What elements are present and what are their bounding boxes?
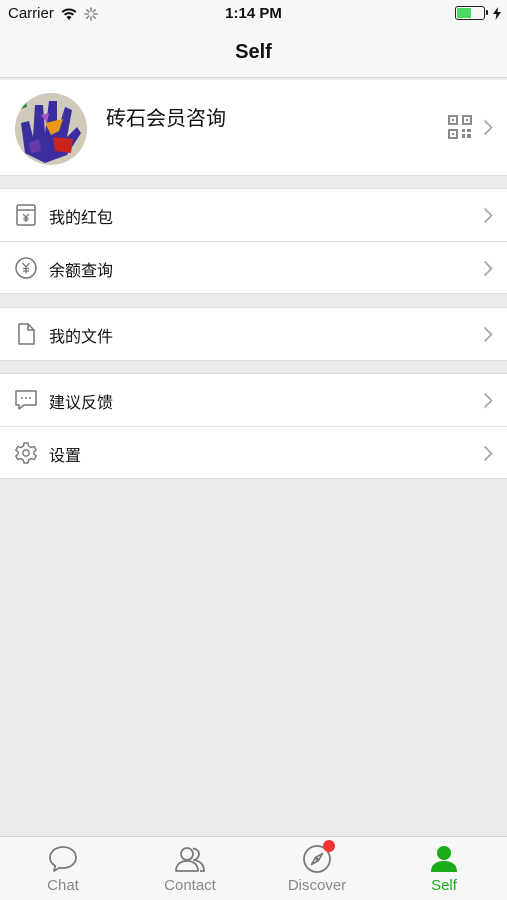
chat-icon [49, 846, 77, 872]
profile-name: 砖石会员咨询 [106, 108, 226, 130]
nav-bar: Self [0, 28, 507, 78]
page-title: Self [235, 41, 272, 63]
person-icon [431, 846, 457, 872]
menu-group-files: 我的文件 [0, 307, 507, 361]
tab-self[interactable]: Self [381, 837, 507, 900]
chevron-right-icon [483, 445, 493, 462]
menu-item-label: 建议反馈 [49, 395, 114, 412]
menu-item-balance[interactable]: 余额查询 [0, 241, 507, 293]
qr-code-icon[interactable] [448, 115, 472, 139]
chevron-right-icon [483, 119, 493, 136]
status-right [455, 6, 501, 20]
tab-label: Contact [164, 877, 216, 894]
profile-card[interactable]: 砖石会员咨询 [0, 80, 507, 176]
menu-item-settings[interactable]: 设置 [0, 426, 507, 478]
tab-discover[interactable]: Discover [254, 837, 380, 900]
status-time: 1:14 PM [225, 5, 282, 22]
tab-label: Discover [287, 877, 347, 894]
menu-group-support: 建议反馈 设置 [0, 373, 507, 479]
tab-bar: Chat Contact Discover Self [0, 836, 507, 900]
tab-contact[interactable]: Contact [127, 837, 253, 900]
menu-item-red-packet[interactable]: 我的红包 [0, 189, 507, 241]
menu-group-wallet: 我的红包 余额查询 [0, 188, 507, 294]
chevron-right-icon [483, 260, 493, 277]
avatar-image [15, 93, 87, 165]
red-packet-icon [16, 204, 36, 226]
chevron-right-icon [483, 326, 493, 343]
menu-item-label: 余额查询 [49, 263, 114, 280]
tab-label: Chat [47, 877, 79, 894]
chevron-right-icon [483, 207, 493, 224]
battery-fill [457, 8, 472, 18]
menu-item-files[interactable]: 我的文件 [0, 308, 507, 360]
file-icon [18, 323, 35, 345]
status-bar: Carrier 1:14 PM [0, 0, 507, 28]
menu-item-label: 设置 [49, 448, 82, 465]
tab-label: Self [431, 877, 457, 894]
menu-item-label: 我的红包 [49, 210, 114, 227]
discover-badge [323, 840, 335, 852]
gear-icon [15, 442, 37, 464]
avatar[interactable] [15, 93, 87, 165]
menu-item-label: 我的文件 [49, 329, 114, 346]
yen-coin-icon [15, 257, 37, 279]
battery-icon [455, 6, 488, 20]
contacts-icon [175, 847, 205, 872]
menu-item-feedback[interactable]: 建议反馈 [0, 374, 507, 426]
charging-bolt-icon [493, 6, 501, 20]
tab-chat[interactable]: Chat [0, 837, 126, 900]
chat-bubble-icon [15, 390, 37, 410]
chevron-right-icon [483, 392, 493, 409]
